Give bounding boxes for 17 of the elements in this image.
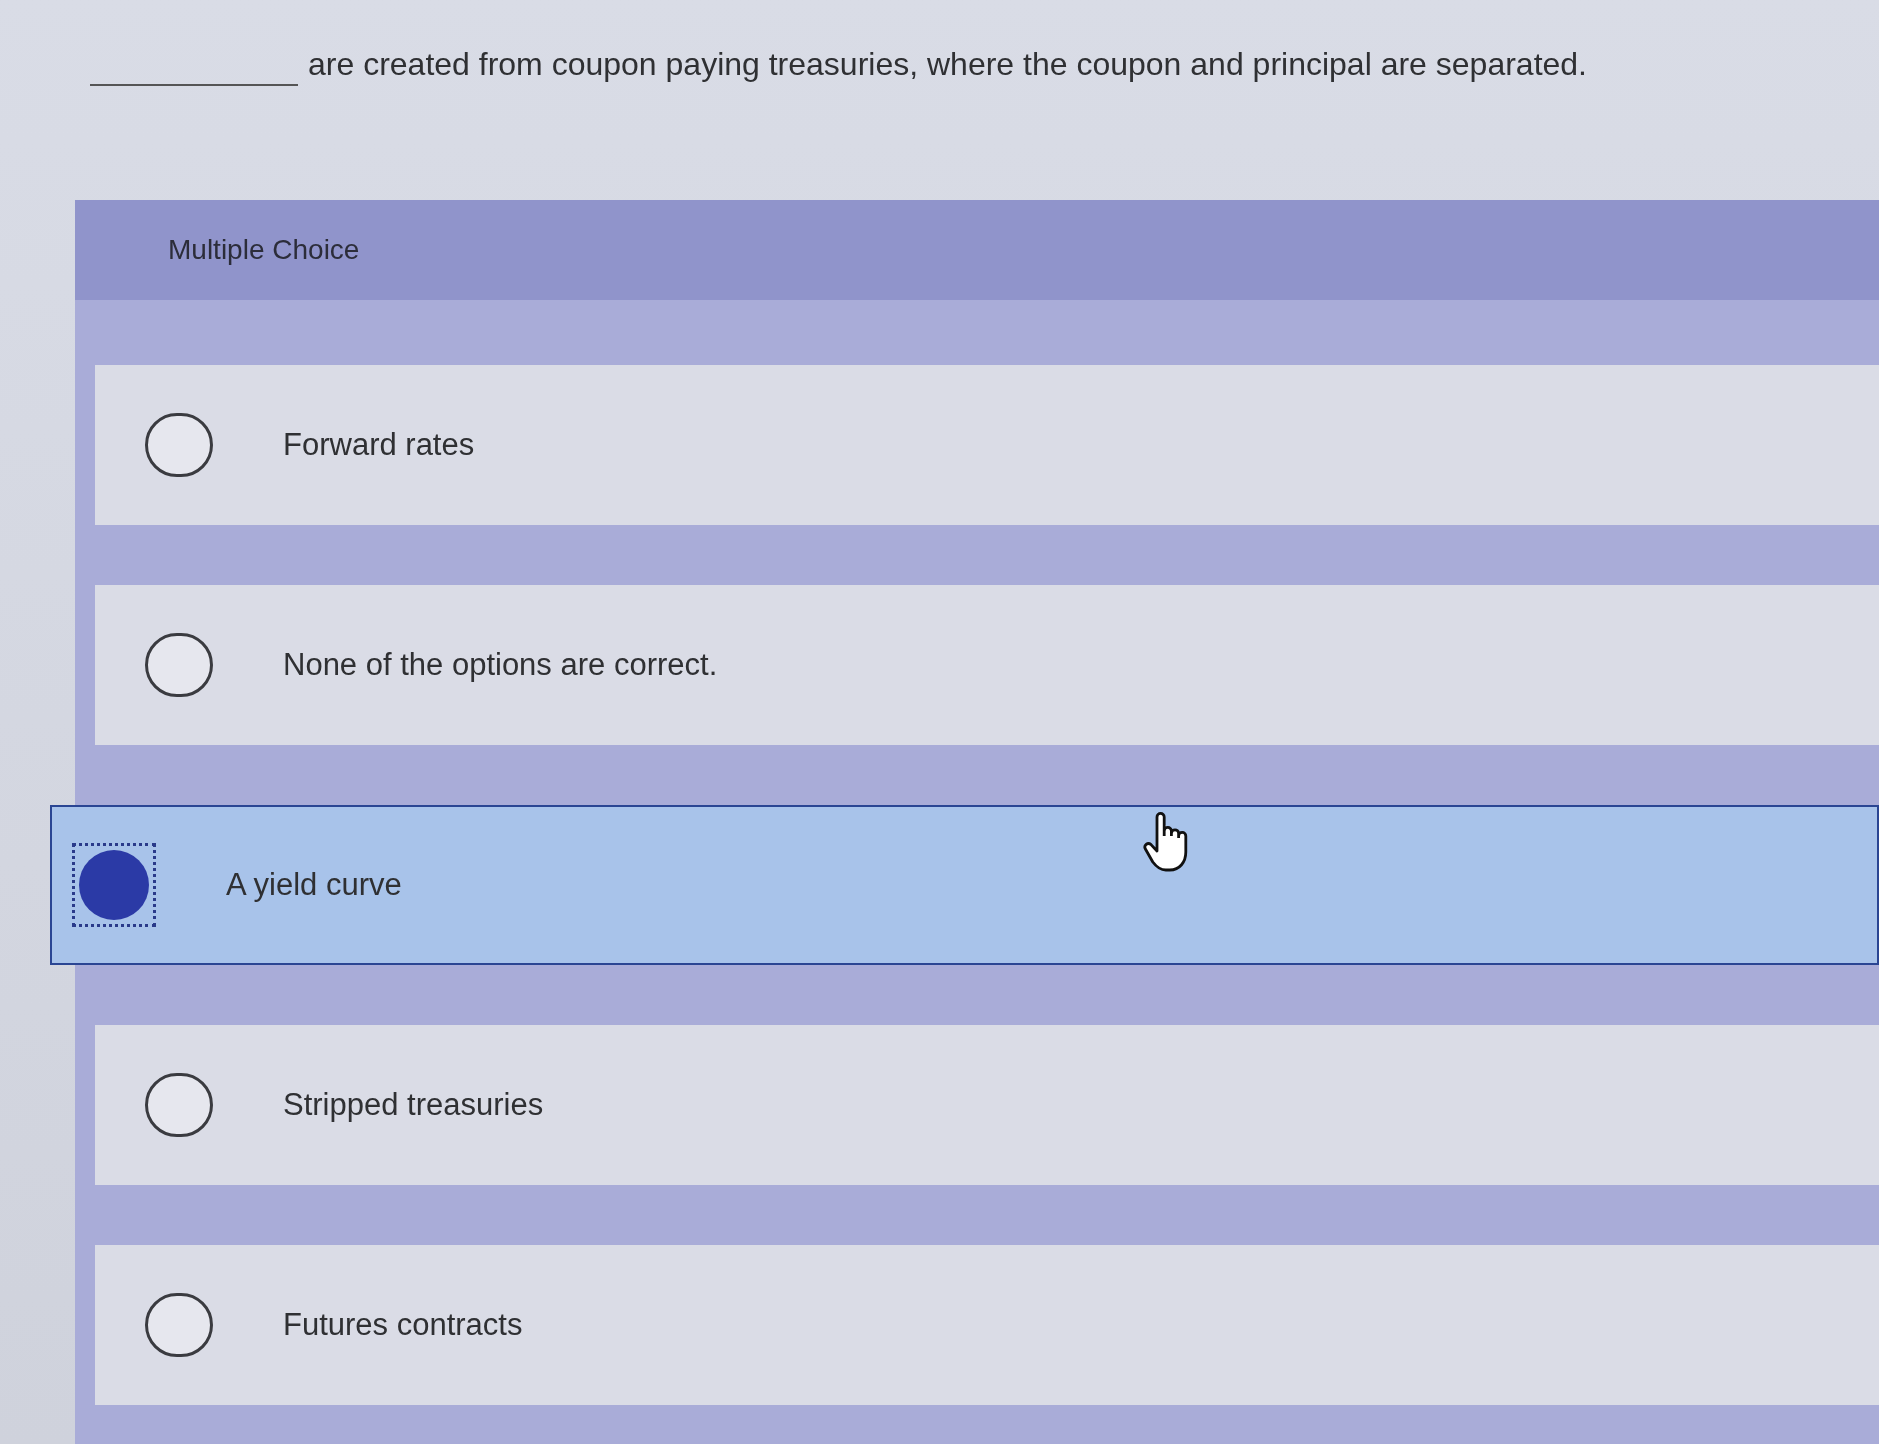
radio-selected-icon[interactable]: [72, 843, 156, 927]
question-text: are created from coupon paying treasuries, where the coupon and principal are separated.: [308, 45, 1587, 84]
option-label: A yield curve: [226, 865, 402, 904]
answer-option[interactable]: Futures contracts: [95, 1245, 1879, 1405]
radio-icon[interactable]: [145, 633, 213, 697]
option-label: Forward rates: [283, 425, 475, 464]
option-label: Stripped treasuries: [283, 1085, 544, 1124]
radio-icon[interactable]: [145, 1073, 213, 1137]
answer-option[interactable]: Stripped treasuries: [95, 1025, 1879, 1185]
answer-option[interactable]: None of the options are correct.: [95, 585, 1879, 745]
panel-title: Multiple Choice: [168, 233, 360, 267]
option-label: Futures contracts: [283, 1305, 523, 1344]
option-label: None of the options are correct.: [283, 645, 718, 684]
radio-icon[interactable]: [145, 1293, 213, 1357]
answer-option[interactable]: Forward rates: [95, 365, 1879, 525]
answer-option[interactable]: A yield curve: [50, 805, 1879, 965]
radio-icon[interactable]: [145, 413, 213, 477]
